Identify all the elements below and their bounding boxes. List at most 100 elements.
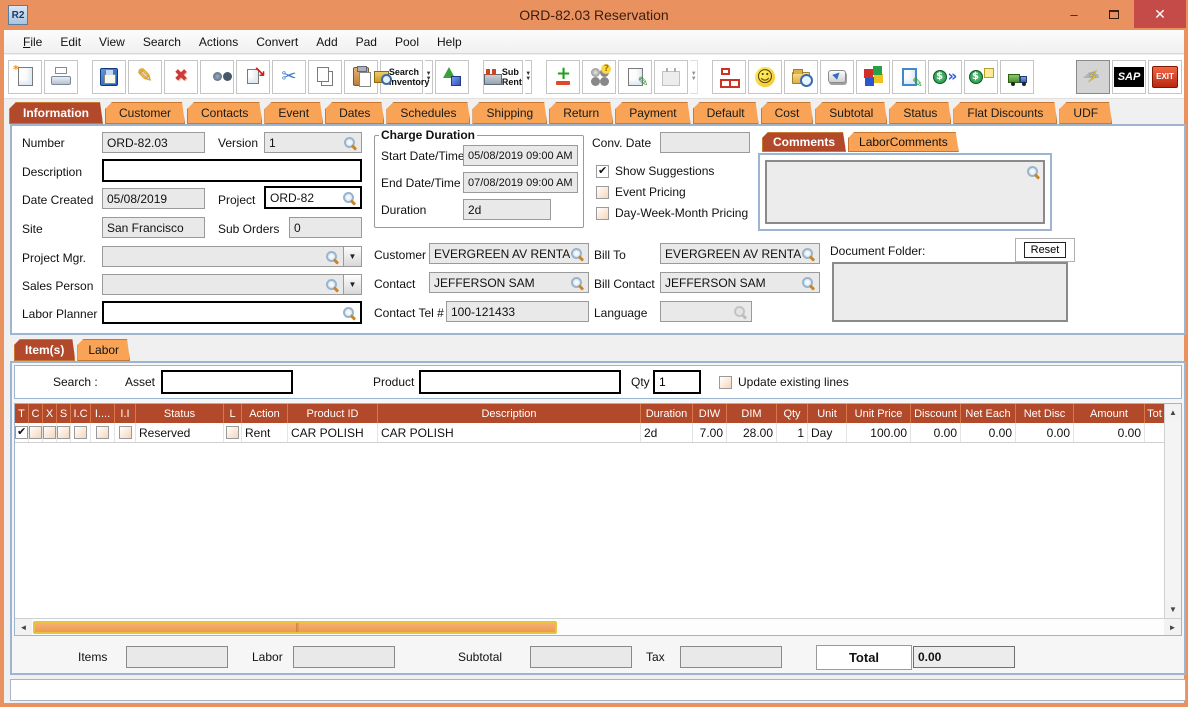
reset-button[interactable]: Reset [1023, 242, 1067, 258]
menu-convert[interactable]: Convert [247, 32, 307, 52]
tab-cost[interactable]: Cost [761, 102, 814, 124]
find-button[interactable] [200, 59, 234, 94]
availability-button[interactable]: ? [582, 59, 617, 94]
maximize-button[interactable] [1094, 0, 1134, 28]
row-x-checkbox[interactable] [43, 426, 56, 439]
project-field[interactable]: ORD-82 [264, 186, 362, 209]
col-ii[interactable]: I.I [115, 404, 136, 423]
description-input[interactable] [102, 159, 362, 182]
scrollbar-thumb[interactable] [33, 620, 557, 634]
bill-to-lookup-icon[interactable] [801, 247, 815, 261]
tab-flat-discounts[interactable]: Flat Discounts [953, 102, 1057, 124]
col-diw[interactable]: DIW [693, 404, 727, 423]
tab-dates[interactable]: Dates [325, 102, 384, 124]
product-input[interactable] [419, 370, 621, 394]
print-button[interactable] [44, 59, 78, 94]
customer-lookup-icon[interactable] [570, 247, 584, 261]
event-pricing-checkbox[interactable] [596, 185, 609, 199]
update-lines-checkbox[interactable] [719, 375, 732, 389]
close-button[interactable]: ✕ [1134, 0, 1186, 28]
menu-file[interactable]: File [14, 32, 51, 52]
version-lookup-icon[interactable] [343, 136, 357, 150]
sub-rent-button[interactable]: Sub Rent [482, 59, 523, 94]
quick-lightning-button[interactable]: ☁ ⚡ [1076, 59, 1111, 94]
col-qty[interactable]: Qty [777, 404, 808, 423]
col-duration[interactable]: Duration [641, 404, 693, 423]
contact-field[interactable]: JEFFERSON SAM [429, 272, 589, 293]
row-s-checkbox[interactable] [57, 426, 70, 439]
row-idots-checkbox[interactable] [96, 426, 109, 439]
scroll-right-arrow[interactable]: ► [1164, 619, 1181, 635]
vertical-scrollbar[interactable]: ▲ ▼ [1164, 404, 1181, 618]
tab-udf[interactable]: UDF [1059, 102, 1112, 124]
document-folder-box[interactable] [832, 262, 1068, 322]
scroll-down-arrow[interactable]: ▼ [1165, 601, 1181, 618]
col-t[interactable]: T [15, 404, 29, 423]
convert-button[interactable] [434, 59, 469, 94]
bill-contact-field[interactable]: JEFFERSON SAM [660, 272, 820, 293]
horizontal-scrollbar[interactable]: ◄ ► [15, 618, 1181, 635]
col-ic[interactable]: I.C [71, 404, 91, 423]
project-mgr-dropdown[interactable]: ▼ [343, 246, 362, 267]
comments-lookup-icon[interactable] [1026, 165, 1040, 179]
copy-order-button[interactable]: ↘ [236, 59, 270, 94]
menu-view[interactable]: View [90, 32, 134, 52]
asset-input[interactable] [161, 370, 293, 394]
exit-button[interactable]: EXIT [1148, 59, 1183, 94]
row-c-checkbox[interactable] [29, 426, 42, 439]
sap-button[interactable]: SAP [1112, 59, 1147, 94]
row-ii-checkbox[interactable] [118, 426, 132, 439]
bill-to-field[interactable]: EVERGREEN AV RENTALS [660, 243, 820, 264]
inventory-cubes-button[interactable] [856, 59, 891, 94]
copy-button[interactable] [308, 59, 342, 94]
tab-event[interactable]: Event [264, 102, 323, 124]
smiley-button[interactable]: ☺ [748, 59, 783, 94]
sales-person-field[interactable] [102, 274, 344, 295]
col-amount[interactable]: Amount [1074, 404, 1145, 423]
tab-items[interactable]: Item(s) [14, 339, 75, 361]
org-chart-button[interactable] [712, 59, 747, 94]
row-ic-checkbox[interactable] [74, 426, 87, 439]
scroll-up-arrow[interactable]: ▲ [1165, 404, 1181, 421]
search-inventory-button[interactable]: Search Inventory [373, 59, 429, 94]
tab-contacts[interactable]: Contacts [187, 102, 262, 124]
customer-field[interactable]: EVERGREEN AV RENTALS [429, 243, 589, 264]
menu-add[interactable]: Add [307, 32, 346, 52]
col-net-each[interactable]: Net Each [961, 404, 1016, 423]
col-action[interactable]: Action [242, 404, 288, 423]
show-suggestions-checkbox[interactable] [596, 164, 609, 178]
tab-labor-comments[interactable]: LaborComments [848, 132, 959, 152]
tab-labor[interactable]: Labor [77, 339, 130, 361]
col-unit[interactable]: Unit [808, 404, 847, 423]
contact-lookup-icon[interactable] [570, 276, 584, 290]
menu-pad[interactable]: Pad [347, 32, 386, 52]
document-folder-button[interactable] [784, 59, 819, 94]
edit-note-button[interactable]: ✎ [892, 59, 927, 94]
col-unit-price[interactable]: Unit Price [847, 404, 911, 423]
tab-status[interactable]: Status [889, 102, 951, 124]
sub-rent-dropdown[interactable]: ▼ ▼ [524, 59, 533, 94]
col-tot[interactable]: Tot [1145, 404, 1164, 423]
total-button[interactable]: Total [816, 645, 912, 670]
delete-button[interactable]: ✖ [164, 59, 198, 94]
qty-input[interactable] [653, 370, 701, 394]
money-note-button[interactable]: $ [964, 59, 999, 94]
notes-button[interactable]: ✎ [618, 59, 653, 94]
project-mgr-lookup-icon[interactable] [325, 250, 339, 264]
menu-pool[interactable]: Pool [386, 32, 428, 52]
new-document-button[interactable]: * [8, 59, 42, 94]
col-dim[interactable]: DIM [727, 404, 777, 423]
tab-payment[interactable]: Payment [615, 102, 690, 124]
row-l-checkbox[interactable] [226, 426, 239, 439]
col-idots[interactable]: I.... [91, 404, 115, 423]
tab-schedules[interactable]: Schedules [386, 102, 470, 124]
tab-subtotal[interactable]: Subtotal [815, 102, 887, 124]
minimize-button[interactable]: – [1054, 0, 1094, 28]
menu-search[interactable]: Search [134, 32, 190, 52]
col-discount[interactable]: Discount [911, 404, 961, 423]
row-t-checkbox[interactable] [15, 425, 28, 439]
paste-button[interactable] [344, 59, 378, 94]
col-l[interactable]: L [224, 404, 242, 423]
bill-contact-lookup-icon[interactable] [801, 276, 815, 290]
col-c[interactable]: C [29, 404, 43, 423]
